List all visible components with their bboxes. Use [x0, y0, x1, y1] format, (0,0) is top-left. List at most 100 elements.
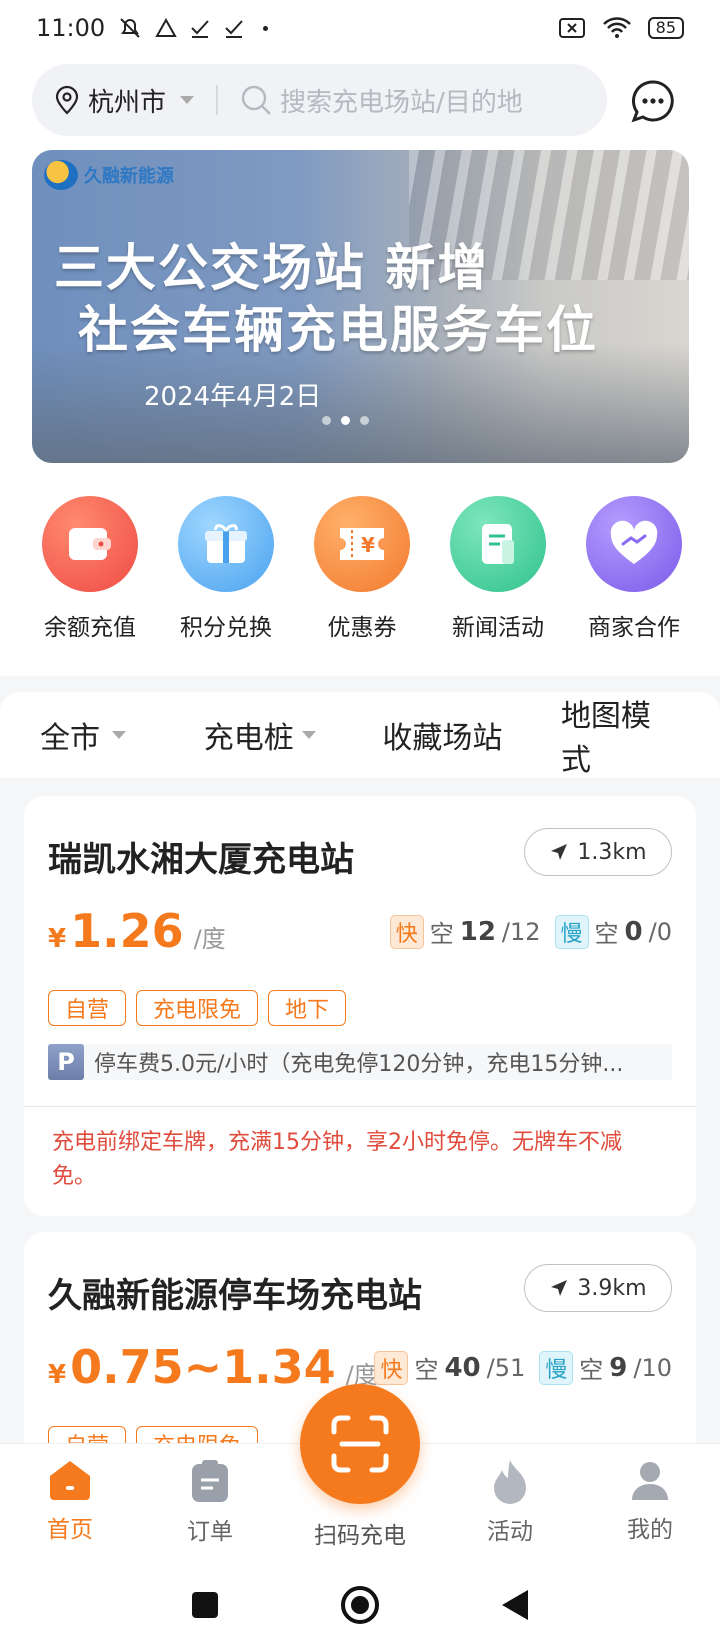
system-nav-bar: [0, 1560, 720, 1650]
quick-action-news[interactable]: 新闻活动: [430, 496, 566, 642]
price-value: 1.26: [70, 904, 184, 958]
handshake-heart-icon: [586, 496, 682, 592]
status-bar: 11:00 85: [0, 0, 720, 56]
banner-date: 2024年4月2日: [144, 382, 322, 412]
home-circle-icon[interactable]: [340, 1585, 380, 1625]
back-icon[interactable]: [500, 1588, 530, 1622]
nav-activity[interactable]: 活动: [450, 1458, 570, 1546]
station-name: 久融新能源停车场充电站: [48, 1276, 422, 1316]
quick-action-label: 余额充值: [44, 615, 136, 641]
banner-pagination: [322, 416, 369, 425]
filter-favorites[interactable]: 收藏场站: [382, 713, 561, 757]
filter-area-label: 全市: [40, 721, 100, 756]
slow-total: /0: [648, 917, 672, 946]
nav-orders[interactable]: 订单: [150, 1458, 270, 1546]
station-price: ¥ 0.75~1.34 /度: [48, 1340, 378, 1394]
triangle-icon: [155, 17, 177, 37]
quick-action-points[interactable]: 积分兑换: [158, 496, 294, 642]
check-icon: [191, 20, 209, 38]
navigate-button[interactable]: 1.3km: [524, 828, 672, 876]
charger-availability: 快 空 40/51 慢 空 9/10: [374, 1350, 672, 1385]
news-icon: [450, 496, 546, 592]
charger-availability: 快 空 12/12 慢 空 0/0: [389, 914, 672, 949]
fast-free-count: 12: [459, 916, 496, 947]
nav-orders-label: 订单: [187, 1519, 233, 1545]
nav-home[interactable]: 首页: [10, 1458, 130, 1544]
recents-icon[interactable]: [190, 1590, 220, 1620]
station-tag: 自营: [48, 990, 127, 1026]
quick-action-label: 新闻活动: [452, 615, 544, 641]
filter-type-label: 充电桩: [203, 721, 294, 756]
sim-x-icon: [558, 18, 585, 38]
slow-charger-badge: 慢: [539, 1350, 574, 1385]
wifi-icon: [602, 17, 631, 38]
chevron-down-icon: [180, 96, 195, 104]
filter-favorites-label: 收藏场站: [382, 721, 503, 756]
station-filter-bar: 全市 充电桩 收藏场站 地图模式: [0, 692, 720, 778]
slow-free-count: 0: [624, 916, 643, 947]
fast-charger-badge: 快: [374, 1350, 409, 1385]
banner-dot[interactable]: [360, 416, 369, 425]
nav-home-label: 首页: [47, 1517, 93, 1543]
quick-actions: 余额充值 积分兑换 ¥ 优惠券 新闻活动 商家合作: [22, 496, 702, 642]
scan-charge-button[interactable]: [300, 1384, 420, 1504]
fast-free-label: 空: [429, 920, 454, 948]
chevron-down-icon: [112, 731, 126, 739]
station-notice: 充电前绑定车牌，充满15分钟，享2小时免停。无牌车不减免。: [52, 1130, 622, 1189]
station-tags: 自营 充电限免 地下: [48, 990, 347, 1026]
slow-total: /10: [633, 1353, 672, 1382]
nav-mine[interactable]: 我的: [590, 1458, 710, 1544]
fast-total: /51: [486, 1353, 526, 1382]
quick-action-recharge[interactable]: 余额充值: [22, 496, 158, 642]
coupon-icon: ¥: [314, 496, 410, 592]
quick-action-label: 优惠券: [327, 615, 397, 641]
location-pin-icon: [55, 85, 79, 115]
battery-icon: 85: [647, 17, 684, 39]
station-card[interactable]: 瑞凯水湘大厦充电站 1.3km ¥ 1.26 /度 快 空 12/12 慢 空 0/…: [24, 796, 696, 1216]
quick-action-coupons[interactable]: ¥ 优惠券: [294, 496, 430, 642]
mute-bell-icon: [120, 18, 140, 38]
parking-icon: P: [48, 1044, 84, 1080]
promo-banner[interactable]: 久融新能源 三大公交场站 新增 社会车辆充电服务车位 2024年4月2日: [32, 150, 689, 463]
banner-brand-text: 久融新能源: [84, 166, 174, 187]
quick-action-partners[interactable]: 商家合作: [566, 496, 702, 642]
fast-total: /12: [501, 917, 541, 946]
navigate-button[interactable]: 3.9km: [524, 1264, 672, 1312]
filter-area[interactable]: 全市: [40, 713, 204, 757]
chevron-down-icon: [301, 731, 316, 739]
station-distance: 1.3km: [577, 839, 647, 865]
fast-free-label: 空: [414, 1356, 439, 1384]
banner-dot[interactable]: [322, 416, 331, 425]
status-time: 11:00: [36, 14, 106, 42]
card-divider: [24, 1106, 696, 1107]
scan-charge-label: 扫码充电: [314, 1523, 406, 1549]
slow-free-label: 空: [579, 1356, 604, 1384]
gift-icon: [178, 496, 274, 592]
brand-logo-icon: [44, 160, 78, 190]
svg-text:¥: ¥: [361, 533, 375, 557]
map-mode-toggle[interactable]: 地图模式: [561, 691, 680, 779]
navigation-arrow-icon: [551, 844, 568, 860]
search-divider: [216, 85, 219, 115]
profile-icon: [632, 1462, 668, 1500]
search-bar[interactable]: 杭州市 搜索充电场站/目的地: [32, 64, 607, 136]
slow-charger-badge: 慢: [554, 914, 589, 949]
check-icon: [225, 20, 243, 38]
station-tag: 地下: [268, 990, 347, 1026]
map-mode-label: 地图模式: [560, 699, 651, 778]
price-unit: /度: [193, 925, 226, 953]
station-distance: 3.9km: [577, 1275, 647, 1301]
banner-brand: 久融新能源: [44, 160, 174, 190]
nav-mine-label: 我的: [627, 1517, 673, 1543]
banner-dot-active[interactable]: [341, 416, 350, 425]
quick-action-label: 商家合作: [588, 615, 680, 641]
currency-symbol: ¥: [48, 924, 67, 954]
currency-symbol: ¥: [48, 1360, 67, 1390]
filter-type[interactable]: 充电桩: [204, 713, 383, 757]
banner-headline-2: 社会车辆充电服务车位: [78, 301, 598, 359]
price-value: 0.75~1.34: [70, 1340, 336, 1394]
search-input[interactable]: 搜索充电场站/目的地: [240, 82, 523, 119]
station-tag: 充电限免: [136, 990, 259, 1026]
city-selector[interactable]: 杭州市: [54, 82, 195, 119]
message-icon[interactable]: [630, 78, 676, 124]
